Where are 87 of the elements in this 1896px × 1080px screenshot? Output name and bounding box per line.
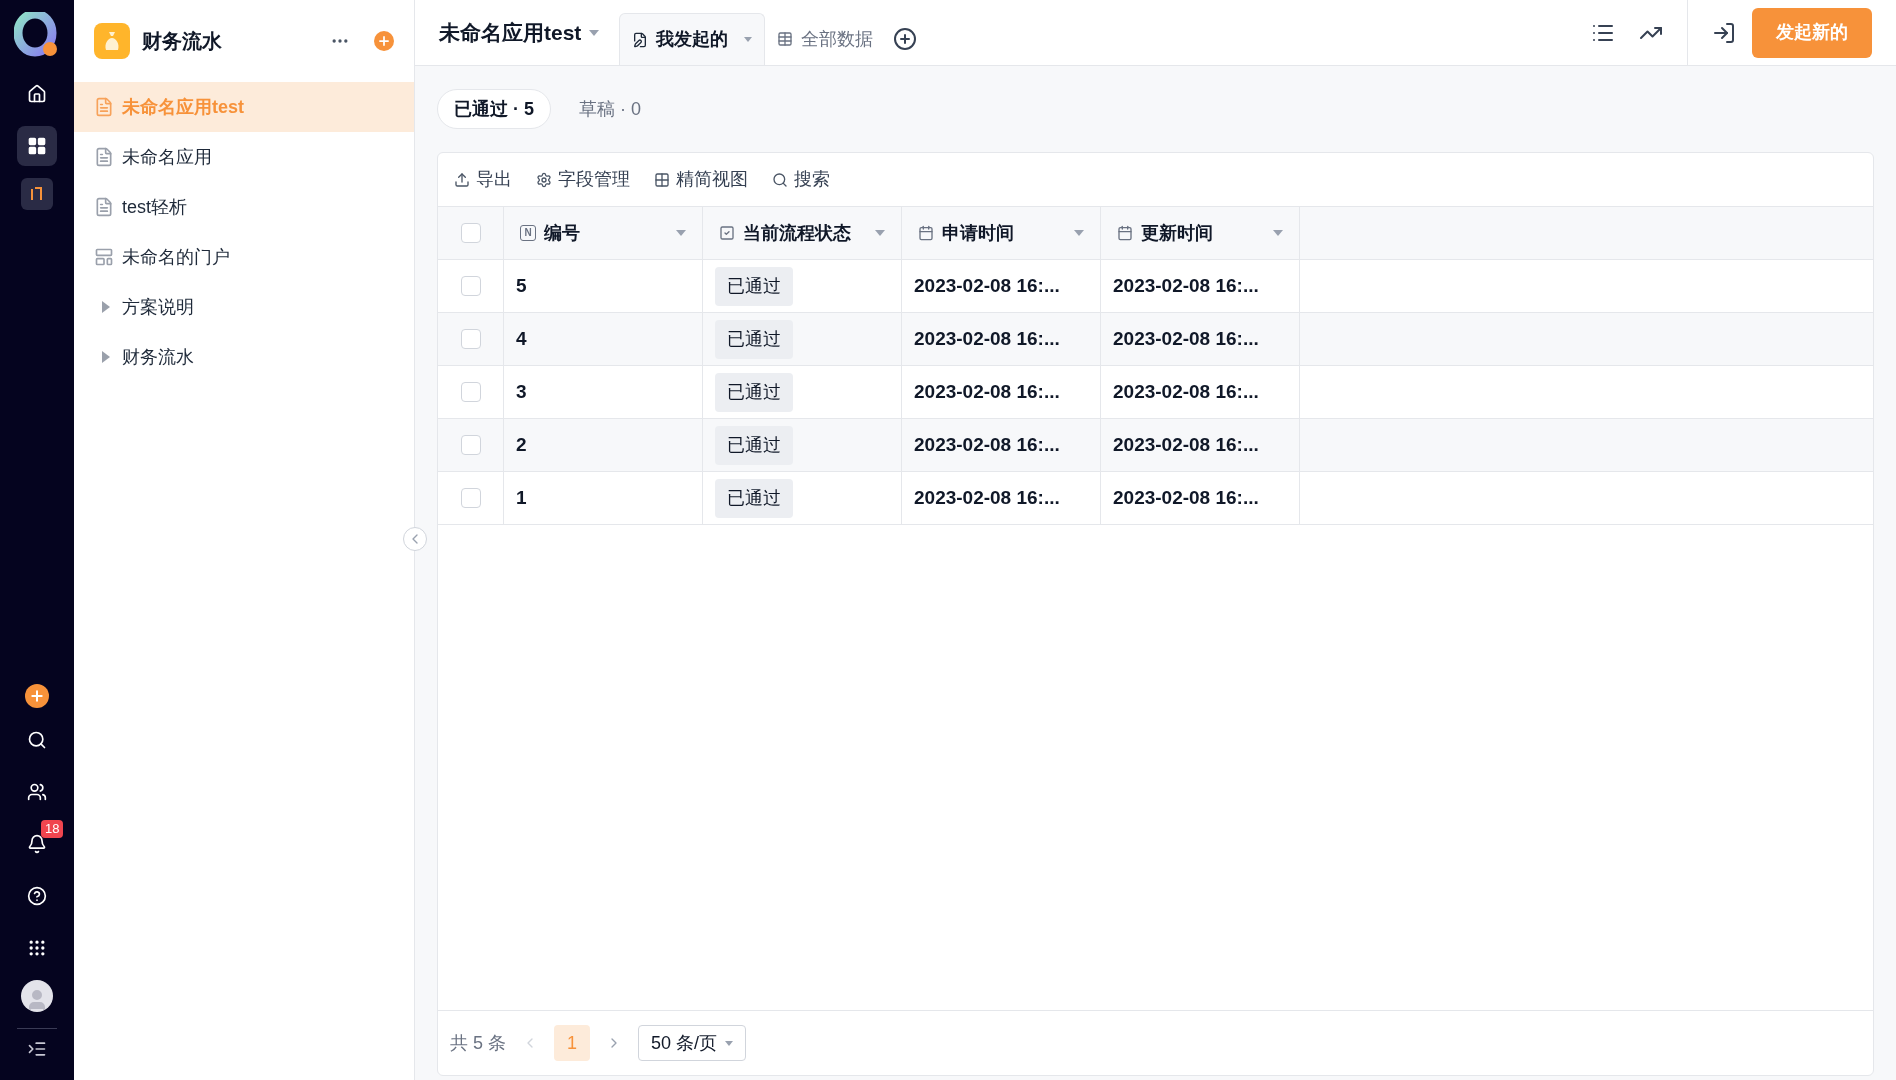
checkbox[interactable] [460, 329, 481, 349]
avatar[interactable] [21, 980, 53, 1012]
help-icon [27, 886, 47, 906]
table-cell-text: 2023-02-08 16:... [1113, 379, 1259, 404]
expand-arrow-icon [102, 351, 110, 363]
sidebar-title: 财务流水 [142, 29, 223, 54]
checkbox-field-icon [719, 225, 735, 241]
table-cell-text: 2023-02-08 16:... [1113, 326, 1259, 351]
table-cell-text: 2023-02-08 16:... [914, 273, 1060, 298]
toolbar-button[interactable]: 字段管理 [536, 166, 630, 193]
document-edit-icon [632, 31, 649, 48]
caret-icon [1074, 230, 1084, 236]
table-cell-text: 2023-02-08 16:... [914, 326, 1060, 351]
portal-button[interactable] [21, 178, 53, 210]
checkbox[interactable] [460, 276, 481, 296]
door-icon [29, 186, 45, 202]
search-icon [772, 171, 788, 188]
table-cell-text: 2023-02-08 16:... [1113, 273, 1259, 298]
table-cell-text: 2023-02-08 16:... [914, 432, 1060, 457]
logo-icon [14, 12, 60, 58]
grid-icon [27, 938, 47, 958]
view-tab[interactable]: 全部数据 [765, 13, 886, 65]
app-title[interactable]: 未命名应用test [439, 16, 582, 49]
form-icon [94, 147, 114, 167]
number-field-icon: N [520, 225, 536, 241]
status-tag: 已通过 [715, 478, 793, 518]
add-tab-icon[interactable] [893, 27, 918, 51]
checkbox[interactable] [460, 382, 481, 402]
column-header[interactable]: 申请时间 [902, 207, 1101, 259]
column-header[interactable]: 更新时间 [1101, 207, 1300, 259]
portal-icon [94, 247, 114, 267]
filter-pill[interactable]: 草稿 · 0 [563, 89, 658, 129]
column-header[interactable]: N 编号 [504, 207, 703, 259]
table-cell-text: 1 [516, 485, 527, 510]
table-cell-text: 2023-02-08 16:... [914, 485, 1060, 510]
calendar-icon [1117, 225, 1133, 241]
status-tag: 已通过 [715, 425, 793, 465]
table-cell-text: 5 [516, 273, 527, 298]
bell-icon [27, 834, 47, 854]
checkbox[interactable] [460, 488, 481, 508]
status-tag: 已通过 [715, 266, 793, 306]
grid-icon [654, 171, 670, 188]
home-icon [27, 84, 47, 104]
form-icon [94, 197, 114, 217]
apps-button[interactable] [17, 126, 57, 166]
caret-icon [1273, 230, 1283, 236]
table-icon [777, 31, 794, 47]
column-header[interactable]: 当前流程状态 [703, 207, 902, 259]
expand-arrow-icon [102, 301, 110, 313]
table-cell-text: 2023-02-08 16:... [1113, 485, 1259, 510]
upload-icon [454, 171, 470, 188]
total-count: 共 5 条 [450, 1031, 506, 1055]
toolbar-button[interactable]: 导出 [454, 166, 512, 193]
checkbox[interactable] [460, 223, 481, 243]
settings-icon [536, 171, 552, 188]
page-size-select[interactable]: 50 条/页 [638, 1025, 747, 1061]
form-icon [94, 97, 114, 117]
table-cell-text: 3 [516, 379, 527, 404]
table-cell-text: 2023-02-08 16:... [914, 379, 1060, 404]
caret-icon [676, 230, 686, 236]
caret-icon [589, 29, 600, 36]
add-button[interactable] [25, 684, 49, 708]
filter-pill[interactable]: 已通过 · 5 [437, 89, 551, 129]
notification-badge: 18 [41, 820, 64, 838]
table-cell-text: 2 [516, 432, 527, 457]
login-icon[interactable] [1712, 20, 1736, 45]
table-cell-text: 4 [516, 326, 527, 351]
sidebar-item[interactable]: test轻析 [74, 182, 414, 232]
plus-icon [29, 688, 45, 704]
sidebar-item[interactable]: 方案说明 [74, 282, 414, 332]
apps-icon [27, 136, 47, 156]
users-icon [27, 782, 47, 802]
search-icon [27, 730, 47, 750]
toolbar-button[interactable]: 精简视图 [654, 166, 748, 193]
sidebar-item[interactable]: 未命名的门户 [74, 232, 414, 282]
caret-icon [875, 230, 885, 236]
plus-icon [377, 34, 391, 48]
sidebar-item[interactable]: 财务流水 [74, 332, 414, 382]
view-tab[interactable]: 我发起的 [619, 13, 766, 65]
table-cell-text: 2023-02-08 16:... [1113, 432, 1259, 457]
status-tag: 已通过 [715, 319, 793, 359]
app-logo [94, 23, 130, 59]
sidebar-item[interactable]: 未命名应用 [74, 132, 414, 182]
checkbox[interactable] [460, 435, 481, 455]
calendar-icon [918, 225, 934, 241]
status-tag: 已通过 [715, 372, 793, 412]
toolbar-button[interactable]: 搜索 [772, 166, 830, 193]
